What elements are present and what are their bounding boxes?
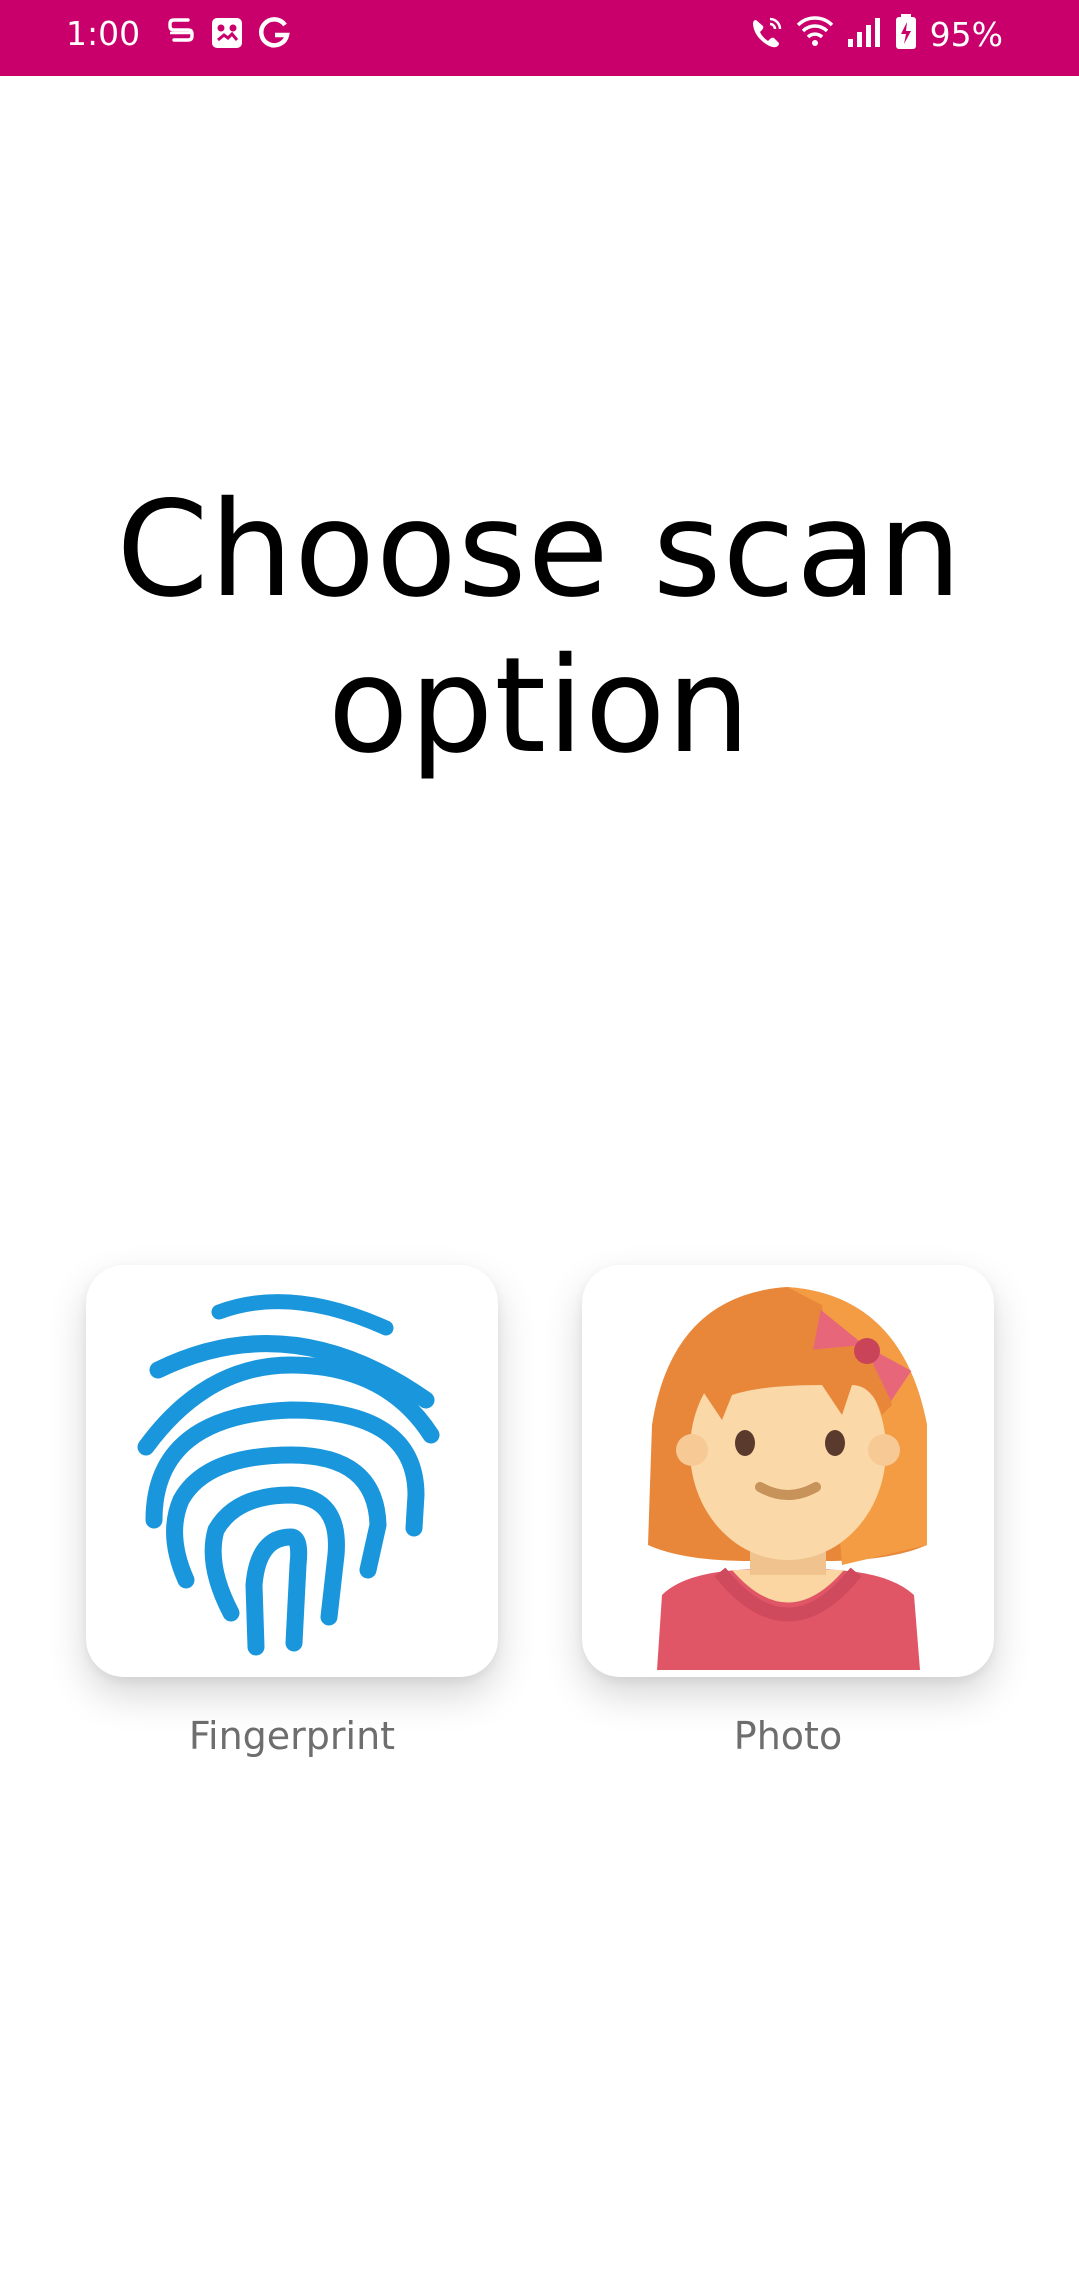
signal-icon bbox=[846, 15, 882, 54]
battery-charging-icon bbox=[894, 14, 918, 55]
status-left-icons bbox=[166, 16, 290, 55]
status-time: 1:00 bbox=[66, 14, 141, 53]
google-icon bbox=[258, 16, 290, 55]
notification-s-icon bbox=[166, 16, 196, 55]
battery-percent: 95% bbox=[929, 14, 1003, 54]
fingerprint-label[interactable]: Fingerprint bbox=[86, 1713, 498, 1759]
photo-option[interactable]: Photo bbox=[582, 1265, 994, 1759]
photo-label[interactable]: Photo bbox=[582, 1713, 994, 1759]
status-right: 95% bbox=[750, 14, 1003, 55]
wifi-calling-icon bbox=[750, 15, 784, 54]
status-bar: 1:00 95% bbox=[0, 0, 1079, 76]
fingerprint-option[interactable]: Fingerprint bbox=[86, 1265, 498, 1759]
wifi-icon bbox=[796, 15, 834, 54]
photo-card[interactable] bbox=[582, 1265, 994, 1677]
page-title: Choose scan option bbox=[116, 473, 963, 783]
fingerprint-card[interactable] bbox=[86, 1265, 498, 1677]
gallery-icon bbox=[210, 16, 244, 55]
